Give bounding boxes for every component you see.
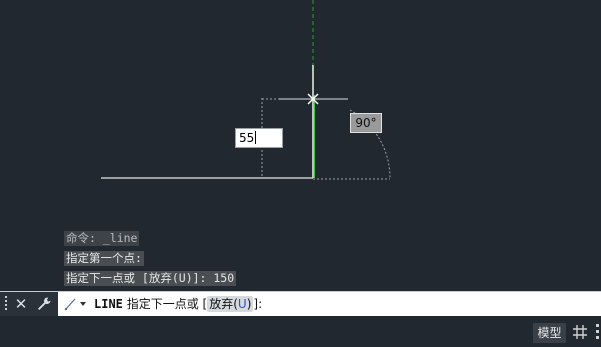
command-prompt[interactable]: LINE 指定下一点或 [放弃(U)]: [94, 292, 262, 316]
command-line-controls: ✕ [0, 292, 58, 316]
length-input[interactable]: 55 [235, 128, 283, 148]
model-tab[interactable]: 模型 [533, 323, 566, 343]
drag-handle[interactable] [5, 296, 9, 312]
prompt-end: ]: [253, 297, 263, 311]
prompt-text: 指定下一点或 [ [126, 297, 208, 311]
history-line: 指定第一个点: [64, 251, 144, 266]
history-line: 指定下一点或 [放弃(U)]: 150 [64, 271, 237, 286]
option-undo[interactable]: 放弃(U) [207, 296, 254, 312]
command-prompt-icon[interactable] [63, 296, 89, 312]
text-caret [255, 131, 257, 144]
more-icon[interactable] [596, 324, 600, 342]
command-history: 命令: _line 指定第一个点: 指定下一点或 [放弃(U)]: 150 [64, 231, 237, 291]
angle-tooltip: 90° [350, 113, 382, 133]
command-line[interactable]: ✕ LINE 指定下一点或 [放弃(U)]: [0, 291, 601, 317]
status-bar: 模型 [0, 316, 601, 347]
grid-icon[interactable] [572, 324, 588, 340]
close-icon[interactable]: ✕ [14, 294, 28, 314]
autocad-window: 55 90° 命令: _line 指定第一个点: 指定下一点或 [放弃(U)]:… [0, 0, 601, 347]
length-input-value: 55 [239, 131, 255, 145]
history-line: 命令: _line [64, 231, 140, 246]
command-name: LINE [94, 297, 123, 311]
wrench-icon[interactable] [35, 295, 53, 313]
